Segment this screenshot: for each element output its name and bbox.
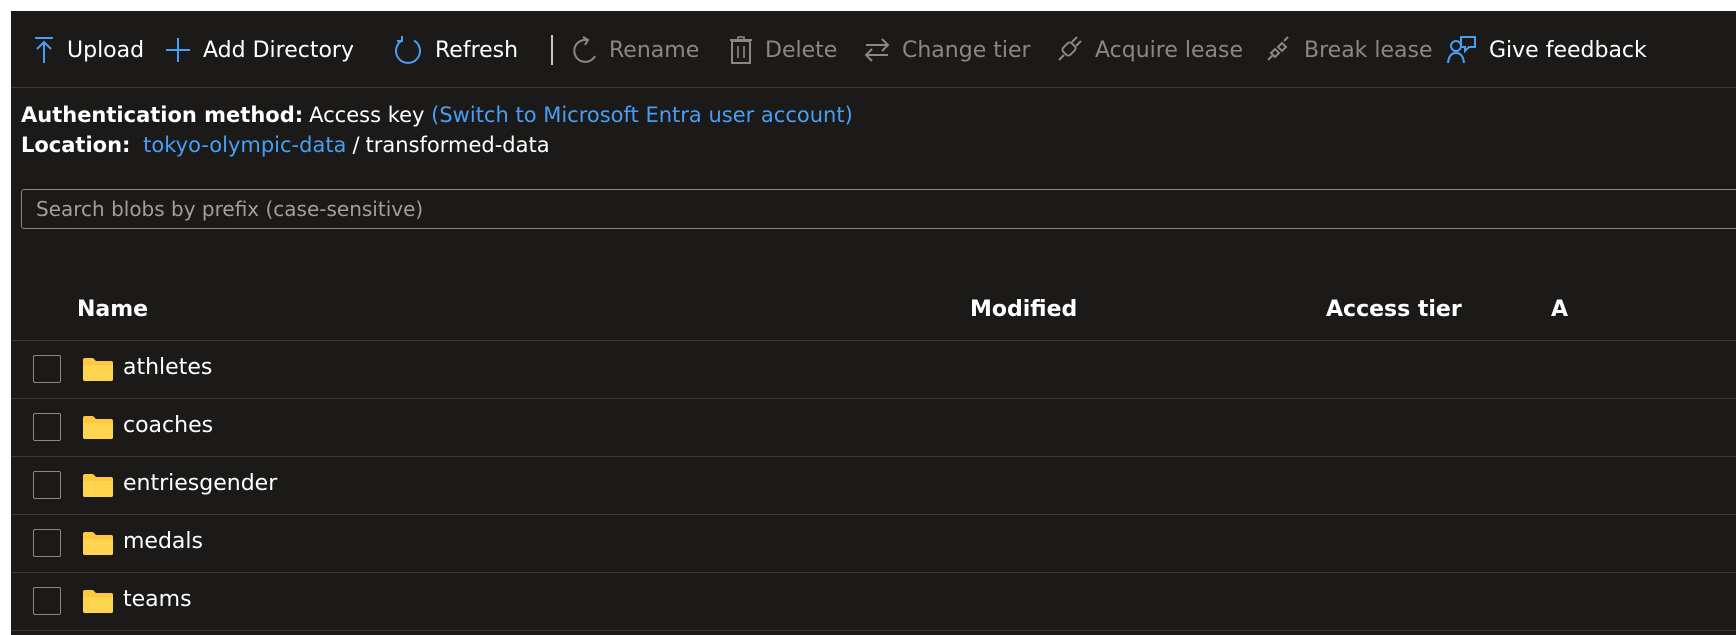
toolbar-separator [551, 35, 553, 65]
upload-label: Upload [67, 37, 145, 63]
swap-arrows-icon [864, 38, 890, 62]
give-feedback-button[interactable]: Give feedback [1447, 33, 1647, 67]
row-folder-name[interactable]: coaches [123, 413, 213, 438]
row-checkbox[interactable] [33, 587, 61, 615]
rename-label: Rename [609, 37, 700, 63]
delete-button[interactable]: Delete [729, 33, 837, 67]
row-checkbox[interactable] [33, 471, 61, 499]
folder-icon [83, 590, 113, 613]
search-input[interactable] [22, 190, 1736, 228]
row-folder-name[interactable]: medals [123, 529, 203, 554]
change-tier-button[interactable]: Change tier [864, 33, 1031, 67]
row-checkbox[interactable] [33, 355, 61, 383]
broken-plug-icon [1267, 36, 1289, 61]
upload-icon [35, 37, 53, 63]
break-lease-label: Break lease [1304, 37, 1433, 63]
table-row[interactable]: teams [11, 573, 1736, 631]
trash-icon [730, 36, 752, 64]
column-header-name[interactable]: Name [77, 297, 148, 322]
upload-button[interactable]: Upload [33, 33, 144, 67]
column-header-access-tier[interactable]: Access tier [1326, 297, 1462, 322]
folder-icon [83, 416, 113, 439]
table-row[interactable]: athletes [11, 341, 1736, 399]
break-lease-button[interactable]: Break lease [1264, 33, 1433, 67]
plus-icon [166, 38, 190, 62]
row-checkbox[interactable] [33, 413, 61, 441]
refresh-button[interactable]: Refresh [393, 33, 518, 67]
folder-icon [83, 532, 113, 555]
rename-icon [573, 36, 596, 63]
add-directory-button[interactable]: Add Directory [165, 33, 354, 67]
row-folder-name[interactable]: athletes [123, 355, 212, 380]
change-tier-label: Change tier [902, 37, 1031, 63]
plug-icon [1058, 36, 1082, 61]
refresh-label: Refresh [435, 37, 519, 63]
auth-method-value: Access key [309, 103, 425, 127]
breadcrumb-separator: / [352, 133, 360, 157]
switch-auth-link[interactable]: (Switch to Microsoft Entra user account) [431, 103, 853, 127]
breadcrumb: Location: tokyo-olympic-data / transformed… [21, 133, 550, 157]
folder-icon [83, 474, 113, 497]
rename-button[interactable]: Rename [573, 33, 699, 67]
folder-icon [83, 358, 113, 381]
location-label: Location: [21, 133, 131, 157]
delete-label: Delete [765, 37, 838, 63]
acquire-lease-label: Acquire lease [1095, 37, 1243, 63]
search-box [21, 189, 1736, 229]
row-folder-name[interactable]: entriesgender [123, 471, 277, 496]
storage-browser-frame: Upload Add Directory Refresh Rename Dele… [11, 11, 1736, 635]
add-directory-label: Add Directory [203, 37, 354, 63]
table-row[interactable]: coaches [11, 399, 1736, 457]
feedback-person-icon [1447, 36, 1476, 64]
give-feedback-label: Give feedback [1489, 37, 1647, 63]
acquire-lease-button[interactable]: Acquire lease [1055, 33, 1243, 67]
breadcrumb-current-folder: transformed-data [365, 133, 550, 157]
column-header-truncated[interactable]: A [1551, 297, 1568, 322]
row-checkbox[interactable] [33, 529, 61, 557]
column-header-modified[interactable]: Modified [970, 297, 1077, 322]
auth-method-line: Authentication method: Access key (Switch… [21, 103, 853, 127]
breadcrumb-container-link[interactable]: tokyo-olympic-data [143, 133, 346, 157]
row-folder-name[interactable]: teams [123, 587, 192, 612]
table-row[interactable]: medals [11, 515, 1736, 573]
auth-method-label: Authentication method: [21, 103, 304, 127]
refresh-icon [395, 36, 421, 64]
table-row[interactable]: entriesgender [11, 457, 1736, 515]
command-bar: Upload Add Directory Refresh Rename Dele… [11, 11, 1736, 88]
